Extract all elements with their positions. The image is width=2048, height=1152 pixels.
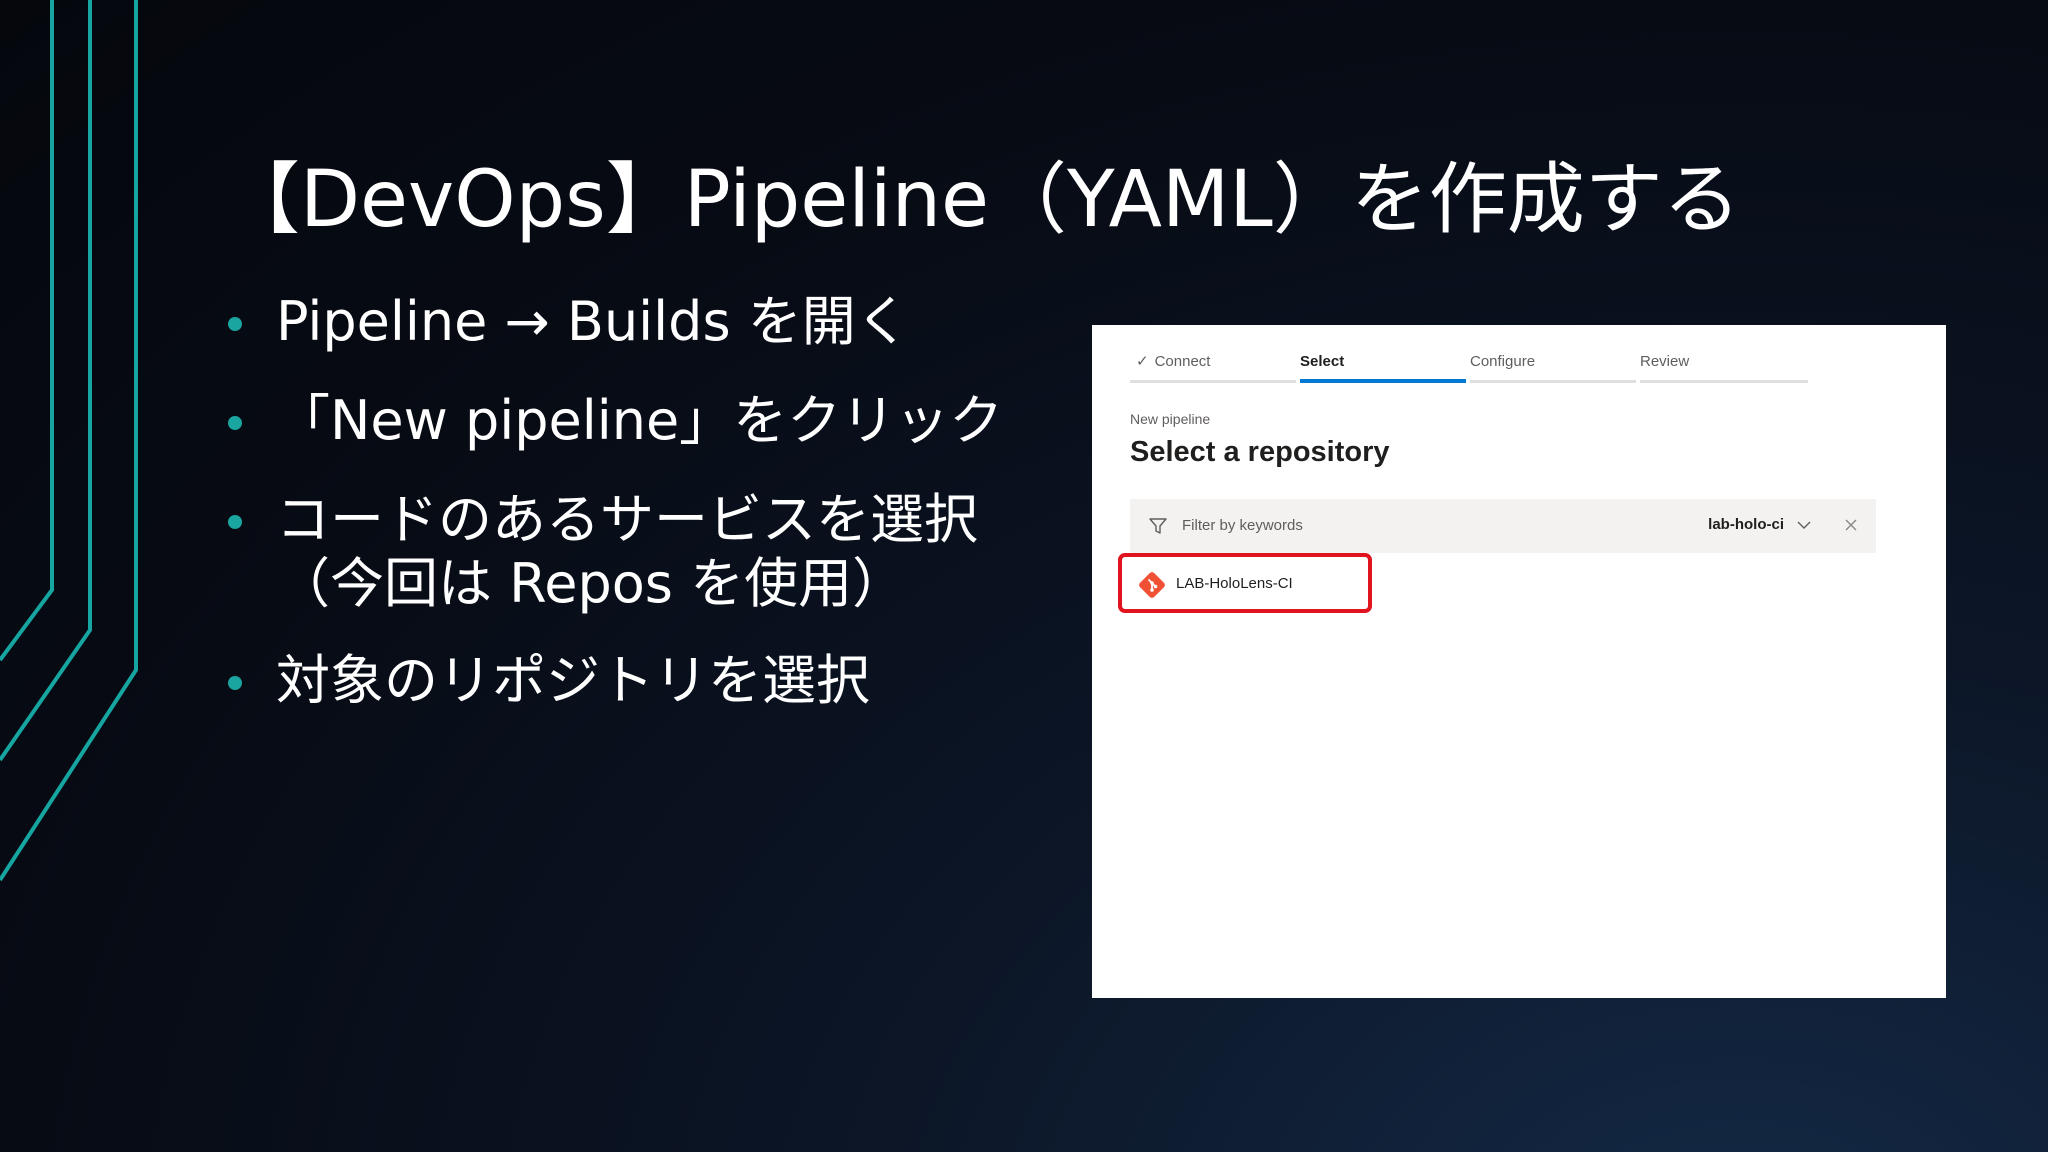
- step-configure[interactable]: Configure: [1470, 347, 1636, 383]
- bullet-text: Pipeline → Builds を開く: [276, 290, 910, 353]
- filter-selected-value[interactable]: lab-holo-ci: [1708, 516, 1784, 533]
- bullet-text-continuation: （今回は Repos を使用）: [276, 552, 907, 615]
- bullet-dot: [228, 416, 242, 430]
- bullet-item: コードのあるサービスを選択 （今回は Repos を使用）: [224, 488, 1003, 616]
- bullet-list: Pipeline → Builds を開く 「New pipeline」をクリッ…: [224, 290, 1003, 713]
- slide-title: 【DevOps】Pipeline（YAML）を作成する: [222, 155, 1741, 245]
- filter-input[interactable]: Filter by keywords: [1182, 517, 1303, 534]
- chevron-down-icon[interactable]: [1796, 517, 1812, 533]
- page-heading: Select a repository: [1130, 436, 1390, 468]
- step-label: Select: [1300, 353, 1345, 370]
- bullet-dot: [228, 317, 242, 331]
- decorative-line-outer: [0, 0, 138, 882]
- filter-bar[interactable]: Filter by keywords lab-holo-ci: [1130, 499, 1876, 553]
- wizard-steps: ✓ Connect Select Configure Review: [1130, 347, 1810, 383]
- decorative-lines: [0, 0, 138, 882]
- step-label: Configure: [1470, 353, 1536, 370]
- repository-name: LAB-HoloLens-CI: [1176, 575, 1293, 592]
- checkmark-icon: ✓: [1136, 353, 1149, 370]
- step-label: Review: [1640, 353, 1690, 370]
- decorative-line-inner: [0, 0, 54, 662]
- bullet-item: Pipeline → Builds を開く: [224, 290, 1003, 354]
- step-review[interactable]: Review: [1640, 347, 1808, 383]
- bullet-text: 対象のリポジトリを選択: [276, 649, 870, 712]
- bullet-text: コードのあるサービスを選択: [276, 488, 978, 551]
- breadcrumb: New pipeline: [1130, 411, 1211, 427]
- step-label: Connect: [1154, 353, 1211, 370]
- step-select[interactable]: Select: [1300, 347, 1466, 383]
- embedded-screenshot: ✓ Connect Select Configure Review New pip…: [1092, 325, 1946, 998]
- decorative-line-middle: [0, 0, 92, 762]
- bullet-text: 「New pipeline」をクリック: [276, 389, 1004, 452]
- funnel-icon: [1149, 518, 1167, 534]
- bullet-item: 「New pipeline」をクリック: [224, 389, 1003, 453]
- close-icon[interactable]: [1844, 518, 1858, 532]
- repository-item[interactable]: LAB-HoloLens-CI: [1118, 553, 1372, 613]
- bullet-dot: [228, 676, 242, 690]
- bullet-item: 対象のリポジトリを選択: [224, 649, 1003, 713]
- git-icon: [1139, 572, 1165, 598]
- step-connect[interactable]: ✓ Connect: [1130, 347, 1296, 383]
- bullet-dot: [228, 515, 242, 529]
